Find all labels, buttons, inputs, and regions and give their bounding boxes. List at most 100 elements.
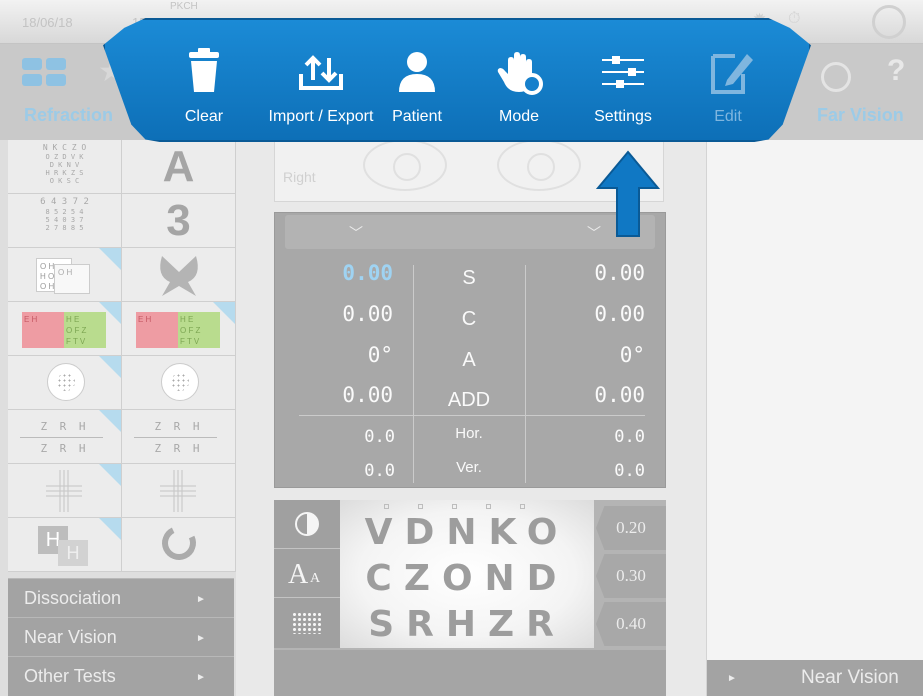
left-sphere-value[interactable]: 0.00 [303,261,393,285]
chart-cell-zrh[interactable]: Z R H Z R H [8,410,122,464]
tab-far-vision[interactable]: Far Vision [817,105,904,126]
chart-grid: N K C Z O O Z D V KD K N VH R K Z SO K S… [8,140,236,580]
dot-circle-icon [161,363,199,401]
contrast-icon[interactable] [274,500,340,549]
edit-icon [711,54,753,94]
right-vertical-value[interactable]: 0.0 [555,461,645,481]
menu-label: Near Vision [24,627,117,647]
trash-icon [189,48,219,92]
chart-cell-text-small: O Z D V KD K N VH R K Z SO K S C [45,153,84,185]
butterfly-icon [160,256,198,296]
chart-cell-text: Z R H [154,420,203,433]
patient-button[interactable]: Patient [362,48,472,134]
chart-cell-letters[interactable]: N K C Z O O Z D V KD K N VH R K Z SO K S… [8,140,122,194]
right-add-value[interactable]: 0.00 [555,383,645,407]
menu-dissociation[interactable]: Dissociation ► [8,578,234,617]
chevron-right-icon: ► [196,672,206,683]
help-icon[interactable]: ? [887,54,905,88]
clear-button[interactable]: Clear [149,48,259,134]
chart-cell-dots-2[interactable] [122,356,236,410]
sphere-label: S [462,267,476,289]
near-vision-label: Near Vision [801,667,899,688]
device-code: PKCH [170,1,198,12]
acuity-row: VDNKO [364,512,570,553]
left-axis-value[interactable]: 0° [303,343,393,367]
left-vertical-value[interactable]: 0.0 [305,461,395,481]
acuity-footer [274,650,666,696]
h-block-back: H [58,540,88,566]
chart-cell-text-small: 8 5 2 5 45 4 0 3 72 7 8 8 5 [45,208,84,232]
acuity-row: SRHZR [368,604,566,645]
power-icon[interactable] [872,5,906,39]
menu-near-vision[interactable]: Near Vision ► [8,617,234,656]
mode-button[interactable]: Mode [464,48,574,134]
axis-label: A [462,349,476,371]
hand-gear-icon [497,52,543,95]
toolbar-popup: Clear Import / Export Patient Mode Setti… [103,18,811,142]
chevron-right-icon: ► [196,633,206,644]
chart-cell-glyph: 3 [166,196,191,245]
vertical-label: Ver. [456,459,482,476]
settings-button[interactable]: Settings [568,48,678,134]
chart-cell-big-a[interactable]: A [122,140,236,194]
chart-cell-glyph: A [162,142,195,191]
chart-cell-red-green[interactable]: E H H EO F ZF T V [8,302,122,356]
green-panel: H EO F ZF T V [178,312,220,348]
chart-cell-cross[interactable] [8,464,122,518]
chart-cell-dots[interactable] [8,356,122,410]
near-vision-button[interactable]: ► Near Vision [707,660,923,696]
edit-button: Edit [673,48,783,134]
chevron-right-icon: ► [196,594,206,605]
chart-cell-numbers[interactable]: 6 4 3 7 2 8 5 2 5 45 4 0 3 72 7 8 8 5 [8,194,122,248]
menu-label: Dissociation [24,588,122,608]
chevron-right-icon: ► [727,673,737,684]
right-axis-value[interactable]: 0° [555,343,645,367]
eye-icon [363,139,447,191]
tab-refraction[interactable]: Refraction [24,105,113,126]
chart-cell-card-back: O H [54,264,90,294]
chart-cell-oh[interactable]: O HH OO H O H [8,248,122,302]
clear-label: Clear [184,108,224,125]
chart-cell-ring[interactable] [122,518,236,572]
acuity-size-2[interactable]: 0.30 [596,554,666,598]
date-display: 18/06/18 [22,15,73,30]
cross-lines-icon [160,470,196,512]
grid-view-icon[interactable] [22,58,68,88]
chart-cell-butterfly[interactable] [122,248,236,302]
chart-cell-big-3[interactable]: 3 [122,194,236,248]
chart-cell-zrh-2[interactable]: Z R H Z R H [122,410,236,464]
dot-grid-icon[interactable] [274,598,340,647]
chart-cell-red-green-2[interactable]: E H H EO F ZF T V [122,302,236,356]
acuity-tools: A A [274,500,340,648]
font-size-icon[interactable]: A A [274,549,340,598]
chart-cell-h[interactable]: H H [8,518,122,572]
chart-cell-text-2: Z R H [40,442,89,455]
cylinder-label: C [461,308,477,330]
red-panel: E H [22,312,64,348]
refraction-panel: ﹀ ﹀ 0.00 S 0.00 0.00 C 0.00 0° A 0° 0.00… [274,212,666,488]
chart-cell-text-2: Z R H [154,442,203,455]
left-horizontal-value[interactable]: 0.0 [305,427,395,447]
chevron-down-icon[interactable]: ﹀ [349,223,363,243]
acuity-chart[interactable]: VDNKO CZOND SRHZR [340,500,594,648]
arrow-up-icon [596,150,660,237]
acuity-size-3[interactable]: 0.40 [596,602,666,646]
red-panel: E H [136,312,178,348]
left-cylinder-value[interactable]: 0.00 [303,302,393,326]
green-panel: H EO F ZF T V [64,312,106,348]
right-eye-label[interactable]: Right [283,169,316,185]
chart-cell-text: N K C Z O [42,143,87,152]
eye-icon [497,139,581,191]
edit-label: Edit [714,108,742,125]
right-sphere-value[interactable]: 0.00 [555,261,645,285]
menu-label: Other Tests [24,666,116,686]
left-add-value[interactable]: 0.00 [303,383,393,407]
dot-circle-icon [47,363,85,401]
acuity-size-1[interactable]: 0.20 [596,506,666,550]
history-icon[interactable] [821,62,851,92]
right-cylinder-value[interactable]: 0.00 [555,302,645,326]
menu-other-tests[interactable]: Other Tests ► [8,656,234,696]
chart-cell-cross-2[interactable] [122,464,236,518]
user-icon [399,52,435,92]
right-horizontal-value[interactable]: 0.0 [555,427,645,447]
